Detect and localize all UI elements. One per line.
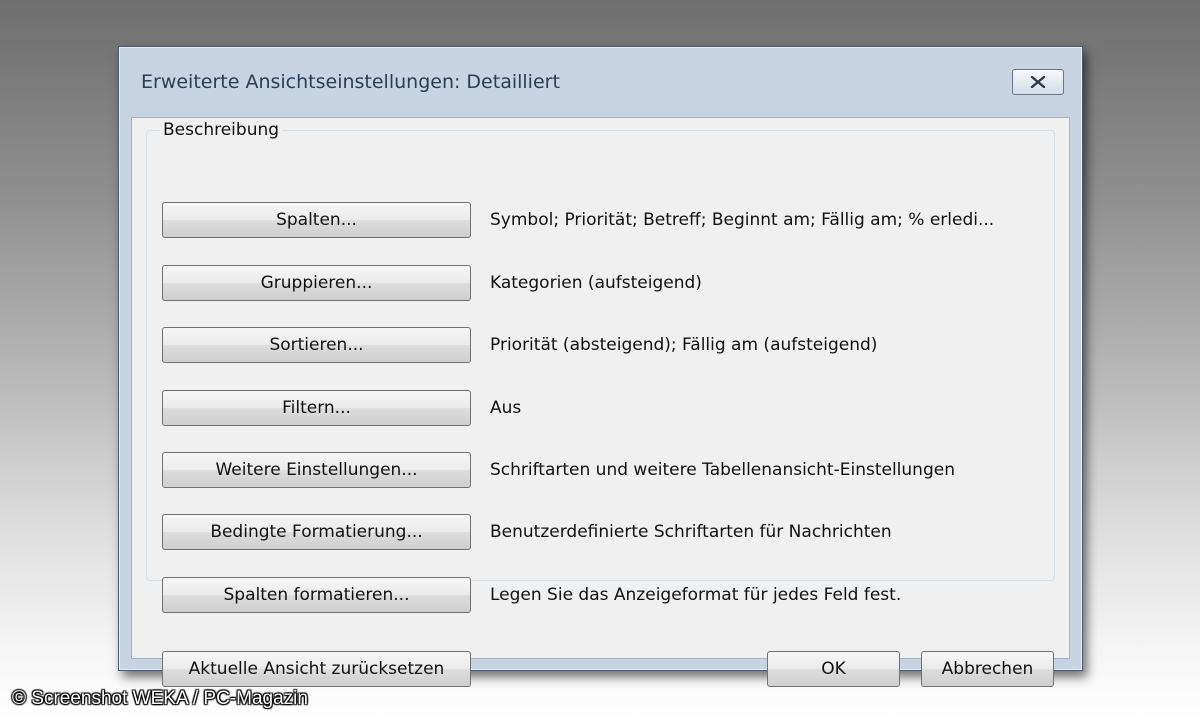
other-settings-button[interactable]: Weitere Einstellungen... (162, 452, 471, 488)
columns-description: Symbol; Priorität; Betreff; Beginnt am; … (490, 210, 995, 230)
conditional-formatting-description: Benutzerdefinierte Schriftarten für Nach… (490, 522, 892, 542)
group-by-button[interactable]: Gruppieren... (162, 265, 471, 301)
close-icon (1030, 76, 1046, 88)
other-settings-description: Schriftarten und weitere Tabellenansicht… (490, 460, 955, 480)
columns-button[interactable]: Spalten... (162, 202, 471, 238)
filter-description: Aus (490, 398, 522, 418)
group-by-description: Kategorien (aufsteigend) (490, 273, 702, 293)
copyright-watermark: © Screenshot WEKA / PC-Magazin (12, 688, 308, 709)
conditional-formatting-button[interactable]: Bedingte Formatierung... (162, 514, 471, 550)
group-label: Beschreibung (160, 120, 283, 140)
sort-description: Priorität (absteigend); Fällig am (aufst… (490, 335, 878, 355)
title-bar[interactable]: Erweiterte Ansichtseinstellungen: Detail… (119, 47, 1082, 117)
sort-button[interactable]: Sortieren... (162, 327, 471, 363)
reset-view-button[interactable]: Aktuelle Ansicht zurücksetzen (162, 651, 471, 687)
filter-button[interactable]: Filtern... (162, 390, 471, 426)
format-columns-button[interactable]: Spalten formatieren... (162, 577, 471, 613)
ok-button[interactable]: OK (767, 651, 900, 687)
dialog-title: Erweiterte Ansichtseinstellungen: Detail… (141, 71, 560, 93)
format-columns-description: Legen Sie das Anzeigeformat für jedes Fe… (490, 585, 902, 605)
dialog-window: Erweiterte Ansichtseinstellungen: Detail… (118, 46, 1083, 687)
dialog-client-area: Beschreibung Spalten... Symbol; Prioritä… (131, 117, 1070, 687)
cancel-button[interactable]: Abbrechen (921, 651, 1054, 687)
close-button[interactable] (1012, 69, 1064, 95)
